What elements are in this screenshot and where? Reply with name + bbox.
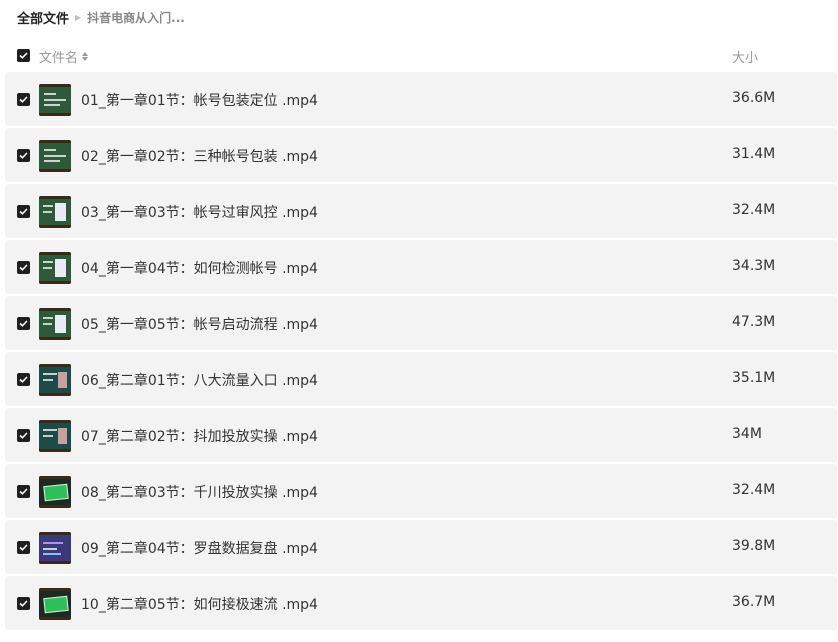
video-thumbnail: [39, 420, 71, 452]
file-size: 36.7M: [732, 594, 776, 610]
file-name[interactable]: 07_第二章02节：抖加投放实操 .mp4: [81, 426, 318, 446]
file-size: 34.3M: [732, 258, 776, 274]
file-checkbox[interactable]: [17, 205, 30, 218]
file-size: 47.3M: [732, 314, 776, 330]
file-checkbox[interactable]: [17, 317, 30, 330]
file-row[interactable]: 08_第二章03节：千川投放实操 .mp4 32.4M: [5, 464, 837, 518]
breadcrumb-separator-icon: ▶: [75, 12, 82, 22]
file-name[interactable]: 08_第二章03节：千川投放实操 .mp4: [81, 482, 318, 502]
file-size: 35.1M: [732, 370, 776, 386]
file-checkbox[interactable]: [17, 485, 30, 498]
breadcrumb: 全部文件 ▶ 抖音电商从入门...: [17, 8, 185, 27]
file-name[interactable]: 02_第一章02节：三种帐号包装 .mp4: [81, 146, 318, 166]
file-size: 39.8M: [732, 538, 776, 554]
video-thumbnail: [39, 196, 71, 228]
file-checkbox[interactable]: [17, 541, 30, 554]
file-row[interactable]: 09_第二章04节：罗盘数据复盘 .mp4 39.8M: [5, 520, 837, 574]
check-icon: [19, 488, 28, 495]
sort-icon[interactable]: [82, 52, 89, 61]
check-icon: [19, 432, 28, 439]
check-icon: [19, 600, 28, 607]
video-thumbnail: [39, 588, 71, 620]
file-checkbox[interactable]: [17, 597, 30, 610]
check-icon: [19, 320, 28, 327]
check-icon: [19, 544, 28, 551]
file-row[interactable]: 10_第二章05节：如何接极速流 .mp4 36.7M: [5, 576, 837, 630]
video-thumbnail: [39, 364, 71, 396]
size-column-header[interactable]: 大小: [732, 47, 758, 66]
file-checkbox[interactable]: [17, 93, 30, 106]
breadcrumb-current: 抖音电商从入门...: [87, 10, 185, 25]
file-row[interactable]: 01_第一章01节：帐号包装定位 .mp4 36.6M: [5, 72, 837, 126]
file-list-header: 文件名 大小: [0, 42, 838, 70]
file-row[interactable]: 07_第二章02节：抖加投放实操 .mp4 34M: [5, 408, 837, 462]
file-name[interactable]: 10_第二章05节：如何接极速流 .mp4: [81, 594, 318, 614]
file-row[interactable]: 02_第一章02节：三种帐号包装 .mp4 31.4M: [5, 128, 837, 182]
file-row[interactable]: 06_第二章01节：八大流量入口 .mp4 35.1M: [5, 352, 837, 406]
video-thumbnail: [39, 308, 71, 340]
select-all-checkbox[interactable]: [17, 49, 30, 62]
file-size: 34M: [732, 426, 762, 442]
file-row[interactable]: 04_第一章04节：如何检测帐号 .mp4 34.3M: [5, 240, 837, 294]
check-icon: [19, 52, 28, 59]
file-name[interactable]: 03_第一章03节：帐号过审风控 .mp4: [81, 202, 318, 222]
file-name[interactable]: 06_第二章01节：八大流量入口 .mp4: [81, 370, 318, 390]
check-icon: [19, 376, 28, 383]
file-size: 32.4M: [732, 202, 776, 218]
file-row[interactable]: 03_第一章03节：帐号过审风控 .mp4 32.4M: [5, 184, 837, 238]
breadcrumb-root-link[interactable]: 全部文件: [17, 8, 69, 27]
file-name[interactable]: 09_第二章04节：罗盘数据复盘 .mp4: [81, 538, 318, 558]
video-thumbnail: [39, 476, 71, 508]
file-checkbox[interactable]: [17, 373, 30, 386]
file-name[interactable]: 05_第一章05节：帐号启动流程 .mp4: [81, 314, 318, 334]
video-thumbnail: [39, 84, 71, 116]
file-size: 31.4M: [732, 146, 776, 162]
name-column-label: 文件名: [39, 51, 79, 66]
file-row[interactable]: 05_第一章05节：帐号启动流程 .mp4 47.3M: [5, 296, 837, 350]
file-checkbox[interactable]: [17, 149, 30, 162]
file-name[interactable]: 01_第一章01节：帐号包装定位 .mp4: [81, 90, 318, 110]
check-icon: [19, 264, 28, 271]
file-name[interactable]: 04_第一章04节：如何检测帐号 .mp4: [81, 258, 318, 278]
file-list: 01_第一章01节：帐号包装定位 .mp4 36.6M 02_第一章02节：三种帐号…: [5, 72, 837, 632]
video-thumbnail: [39, 140, 71, 172]
check-icon: [19, 208, 28, 215]
name-column-header[interactable]: 文件名: [39, 47, 89, 66]
video-thumbnail: [39, 252, 71, 284]
check-icon: [19, 96, 28, 103]
check-icon: [19, 152, 28, 159]
file-size: 32.4M: [732, 482, 776, 498]
file-checkbox[interactable]: [17, 429, 30, 442]
video-thumbnail: [39, 532, 71, 564]
file-size: 36.6M: [732, 90, 776, 106]
file-checkbox[interactable]: [17, 261, 30, 274]
